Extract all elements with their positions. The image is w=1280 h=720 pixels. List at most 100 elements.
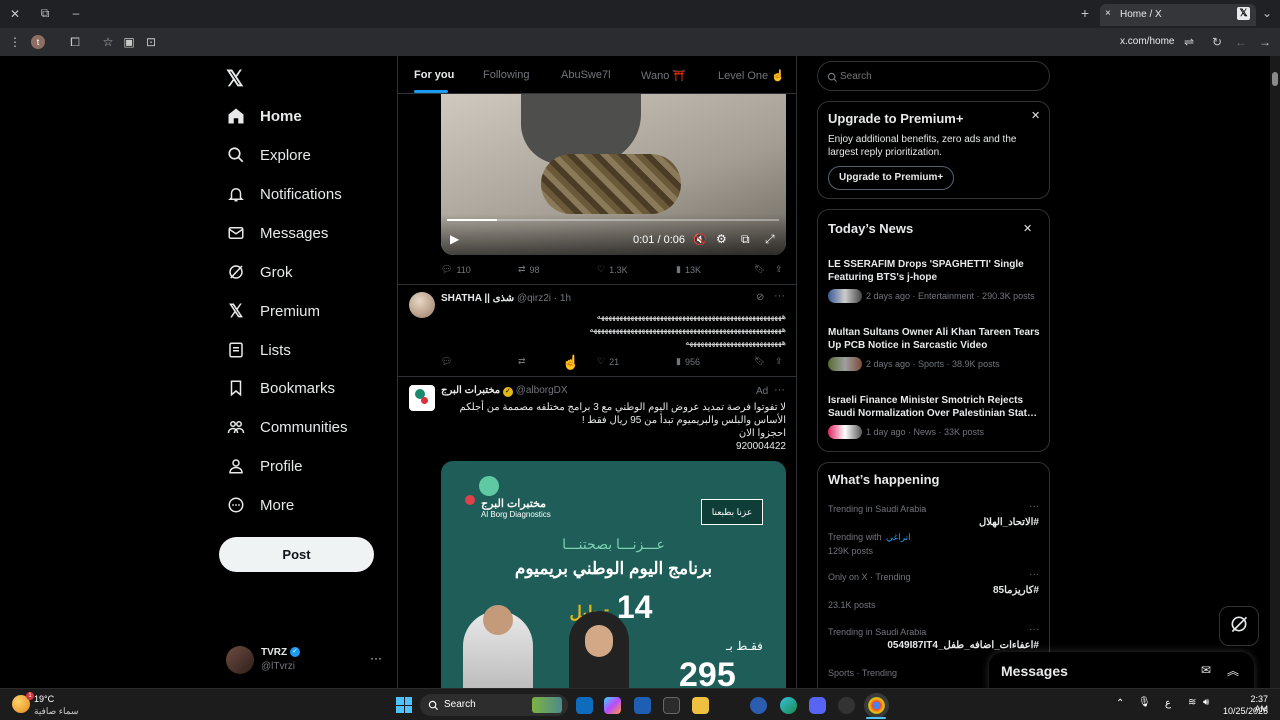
tab-home-x[interactable]: × Home / X 𝕏 <box>1100 4 1256 26</box>
news-item-title[interactable]: LE SSERAFIM Drops 'SPAGHETTI' Single Fea… <box>828 258 1043 284</box>
trend-more-icon[interactable]: ··· <box>1029 501 1039 512</box>
app-icon[interactable] <box>838 697 855 714</box>
security-shield-icon[interactable] <box>634 697 651 714</box>
menu-dots-icon[interactable]: ⋮ <box>7 35 23 49</box>
minimize-window-icon[interactable]: – <box>68 6 84 20</box>
post-more-icon[interactable]: ··· <box>774 384 785 396</box>
scrollbar[interactable] <box>1270 56 1280 688</box>
nav-more[interactable]: More <box>226 491 294 519</box>
search-box[interactable] <box>817 61 1050 91</box>
bookmark-icon[interactable]: 🔖︎ <box>754 264 765 275</box>
trend-more-icon[interactable]: ··· <box>1029 624 1039 635</box>
close-icon[interactable]: ✕ <box>1023 222 1032 235</box>
repost-button[interactable]: ⇄ 98 <box>518 264 540 275</box>
discord-icon[interactable] <box>809 697 826 714</box>
bookmark-star-icon[interactable]: ☆ <box>100 35 116 49</box>
author-name[interactable]: مختبرات البرج <box>441 385 500 396</box>
like-button[interactable]: ♡ 21 <box>597 356 619 367</box>
nav-notifications[interactable]: Notifications <box>226 180 342 208</box>
nav-lists[interactable]: Lists <box>226 336 291 364</box>
trend-name[interactable]: #كاريزما85 <box>993 585 1039 596</box>
tab-following[interactable]: Following <box>483 69 529 81</box>
tab-abuswe7l[interactable]: AbuSwe7l <box>561 69 611 81</box>
nav-communities[interactable]: Communities <box>226 413 348 441</box>
nav-bookmarks[interactable]: Bookmarks <box>226 374 335 402</box>
share-icon[interactable]: ⊡ <box>143 35 159 49</box>
share-icon[interactable]: ⇪ <box>775 356 783 367</box>
wifi-icon[interactable]: ≋ <box>1188 697 1196 708</box>
repost-icon[interactable]: ⇄ <box>518 356 526 367</box>
tab-search-icon[interactable]: ⌄ <box>1259 6 1275 20</box>
close-icon[interactable]: ✕ <box>1031 109 1040 122</box>
store-icon[interactable] <box>663 697 680 714</box>
news-item-title[interactable]: Multan Sultans Owner Ali Khan Tareen Tea… <box>828 326 1043 352</box>
video-player[interactable]: ▶ 0:01 / 0:06 🔇 ⚙ ⧉ ⤢ <box>441 94 786 255</box>
url-text[interactable]: x.com/home <box>1120 36 1174 47</box>
like-button[interactable]: ♡ 1.3K <box>597 264 628 275</box>
x-logo-icon[interactable]: 𝕏 <box>226 66 244 92</box>
reload-icon[interactable]: ↻ <box>1209 35 1225 49</box>
messages-drawer[interactable]: Messages ✉ ︽ <box>989 652 1254 688</box>
edge-icon[interactable] <box>780 697 797 714</box>
outlook-icon[interactable] <box>576 697 593 714</box>
ad-image[interactable]: مختبرات البرج Al Borg Diagnostics عزنا ب… <box>441 461 786 688</box>
fullscreen-icon[interactable]: ⤢ <box>765 232 775 247</box>
back-icon[interactable]: ← <box>1233 35 1249 49</box>
post-button[interactable]: Post <box>219 537 374 572</box>
tab-close-icon[interactable]: × <box>1105 8 1111 19</box>
author-name[interactable]: SHATHA || شذى <box>441 293 514 304</box>
close-window-icon[interactable]: ✕ <box>7 7 23 21</box>
reply-icon[interactable]: 💬︎ <box>441 356 452 367</box>
tray-overflow-icon[interactable]: ⌃ <box>1116 698 1124 709</box>
taskbar-search[interactable]: Search <box>420 694 568 716</box>
news-item-title[interactable]: Israeli Finance Minister Smotrich Reject… <box>828 394 1043 420</box>
search-input[interactable] <box>840 69 1040 83</box>
post-more-icon[interactable]: ··· <box>774 290 785 302</box>
grok-floating-button[interactable] <box>1219 606 1259 646</box>
author-handle[interactable]: @qirz2i · 1h <box>517 293 571 304</box>
grok-icon[interactable]: ⊘ <box>756 292 764 303</box>
volume-icon[interactable]: 🔊︎ <box>1203 697 1209 708</box>
language-indicator[interactable]: ع <box>1165 698 1171 709</box>
profile-avatar[interactable]: t <box>31 35 45 49</box>
nav-messages[interactable]: Messages <box>226 219 328 247</box>
clock-date[interactable]: 10/25/2025 <box>1218 706 1268 716</box>
video-progress-track[interactable] <box>447 219 779 221</box>
restore-window-icon[interactable]: ⧉ <box>37 6 53 20</box>
weather-temp[interactable]: 19°C <box>34 694 54 704</box>
nav-profile[interactable]: Profile <box>226 452 303 480</box>
trend-more-icon[interactable]: ··· <box>1029 569 1039 580</box>
microphone-icon[interactable]: 🎙︎ <box>1138 697 1151 708</box>
trend-name[interactable]: #الاتحاد_الهلال <box>979 517 1039 528</box>
upgrade-button[interactable]: Upgrade to Premium+ <box>828 166 955 190</box>
new-message-icon[interactable]: ✉ <box>1201 663 1211 677</box>
site-settings-icon[interactable]: ⇌ <box>1181 35 1197 49</box>
file-explorer-icon[interactable] <box>692 697 709 714</box>
windows-start-icon[interactable] <box>396 697 412 713</box>
reply-button[interactable]: 💬︎ 110 <box>441 264 471 275</box>
trend-sub-link[interactable]: اتراغي <box>886 532 911 543</box>
tab-wano[interactable]: Wano ⛩️ <box>641 69 686 82</box>
scrollbar-thumb[interactable] <box>1272 72 1278 86</box>
chrome-icon[interactable] <box>868 697 885 714</box>
tab-for-you[interactable]: For you <box>414 69 454 81</box>
account-switcher[interactable]: TVRZ ✓ @lTvrzi ··· <box>226 645 386 675</box>
account-more-icon[interactable]: ··· <box>370 651 382 665</box>
reading-list-icon[interactable]: ▣ <box>121 35 137 49</box>
pip-icon[interactable]: ⧉ <box>741 232 750 247</box>
forward-icon[interactable]: → <box>1257 35 1273 49</box>
new-tab-icon[interactable]: + <box>1077 6 1093 20</box>
nav-explore[interactable]: Explore <box>226 141 311 169</box>
share-icon[interactable]: ⇪ <box>775 264 783 275</box>
copilot-icon[interactable] <box>604 697 621 714</box>
nav-grok[interactable]: Grok <box>226 258 293 286</box>
extensions-icon[interactable]: ⧠ <box>67 35 83 49</box>
expand-drawer-icon[interactable]: ︽ <box>1227 662 1239 679</box>
views-button[interactable]: ▮ 956 <box>676 356 700 367</box>
trend-name[interactable]: #اعفاءات_اضافه_طفل_0549I87IT4 <box>887 640 1039 651</box>
play-icon[interactable]: ▶ <box>450 232 459 246</box>
nav-home[interactable]: Home <box>226 102 302 130</box>
nav-premium[interactable]: 𝕏 Premium <box>226 297 320 325</box>
tab-level-one[interactable]: Level One ☝️ <box>718 69 785 82</box>
app-icon[interactable] <box>750 697 767 714</box>
